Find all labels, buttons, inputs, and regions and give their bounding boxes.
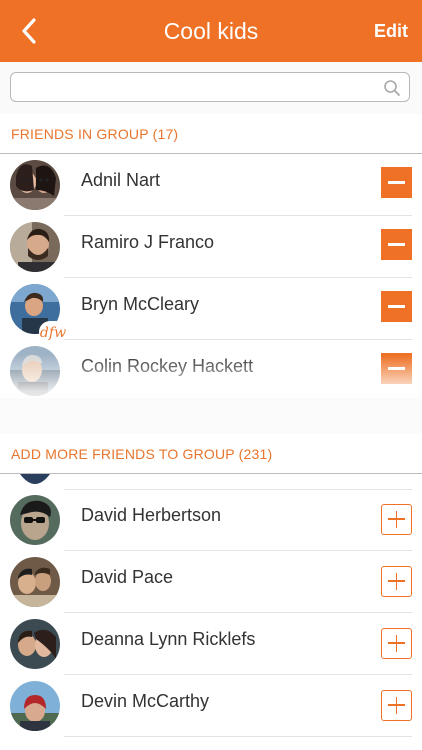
add-to-group-button[interactable] xyxy=(381,566,412,597)
add-to-group-button[interactable] xyxy=(381,628,412,659)
list-item: Deanna Lynn Ricklefs xyxy=(0,613,422,675)
remove-from-group-button[interactable] xyxy=(381,353,412,384)
minus-icon xyxy=(388,305,405,308)
search-field[interactable] xyxy=(10,72,410,102)
minus-icon xyxy=(388,243,405,246)
remove-from-group-button[interactable] xyxy=(381,291,412,322)
minus-icon xyxy=(388,367,405,370)
search-input[interactable] xyxy=(19,77,383,99)
friend-name: Deanna Lynn Ricklefs xyxy=(81,629,256,649)
list-item: Colin Rockey Hackett xyxy=(0,340,422,402)
avatar xyxy=(10,619,60,669)
list-item: Adnil Nart xyxy=(0,154,422,216)
list-item: Devin McCarthy xyxy=(0,675,422,737)
search-icon xyxy=(384,80,400,96)
friend-name: David Pace xyxy=(81,567,174,587)
nav-bar: Cool kids Edit xyxy=(0,0,422,62)
friend-name: Adnil Nart xyxy=(81,170,161,190)
remove-from-group-button[interactable] xyxy=(381,229,412,260)
section-gap xyxy=(0,398,422,434)
avatar xyxy=(10,346,60,396)
avatar xyxy=(10,222,60,272)
add-to-group-button[interactable] xyxy=(381,504,412,535)
friend-name: Devin McCarthy xyxy=(81,691,210,711)
remove-from-group-button[interactable] xyxy=(381,167,412,198)
friend-name: Colin Rockey Hackett xyxy=(81,356,254,376)
section-header-friends-in-group: FRIENDS IN GROUP (17) xyxy=(0,114,422,154)
avatar xyxy=(10,557,60,607)
list-item: Ramiro J Franco xyxy=(0,216,422,278)
friend-name: Ramiro J Franco xyxy=(81,232,215,252)
avatar xyxy=(10,681,60,731)
friend-name: David Herbertson xyxy=(81,505,222,525)
minus-icon xyxy=(388,181,405,184)
svg-text:dfw: dfw xyxy=(40,325,66,341)
avatar xyxy=(10,160,60,210)
partial-avatar xyxy=(20,474,50,489)
page-title: Cool kids xyxy=(163,18,259,44)
divider xyxy=(64,736,412,737)
list-item: David Herbertson xyxy=(0,489,422,551)
list-item: dfw Bryn McCleary xyxy=(0,278,422,343)
add-to-group-button[interactable] xyxy=(381,690,412,721)
edit-button[interactable]: Edit xyxy=(374,0,408,62)
search-bar xyxy=(0,62,422,115)
list-item: David Pace xyxy=(0,551,422,613)
avatar xyxy=(10,495,60,545)
section-header-add-friends: ADD MORE FRIENDS TO GROUP (231) xyxy=(0,434,422,474)
friend-name: Bryn McCleary xyxy=(81,294,200,314)
